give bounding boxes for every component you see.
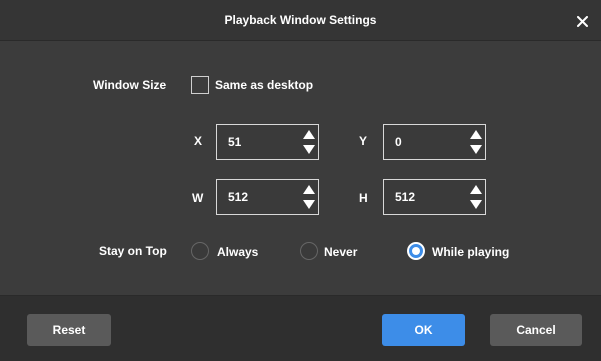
y-increment-arrow-icon[interactable] xyxy=(470,130,482,139)
y-decrement-arrow-icon[interactable] xyxy=(470,145,482,154)
dialog-title: Playback Window Settings xyxy=(224,13,377,27)
radio-never-label[interactable]: Never xyxy=(324,244,357,260)
x-value[interactable]: 51 xyxy=(228,125,241,159)
same-as-desktop-checkbox[interactable] xyxy=(191,76,209,94)
h-stepper[interactable]: 512 xyxy=(383,179,486,215)
w-decrement-arrow-icon[interactable] xyxy=(303,200,315,209)
close-icon xyxy=(576,15,588,27)
w-increment-arrow-icon[interactable] xyxy=(303,185,315,194)
y-stepper[interactable]: 0 xyxy=(383,124,486,160)
title-bar: Playback Window Settings xyxy=(0,0,601,41)
h-value[interactable]: 512 xyxy=(395,180,415,214)
x-decrement-arrow-icon[interactable] xyxy=(303,145,315,154)
w-stepper[interactable]: 512 xyxy=(216,179,319,215)
reset-button[interactable]: Reset xyxy=(27,314,111,346)
close-button[interactable] xyxy=(571,10,593,32)
radio-while-playing-label[interactable]: While playing xyxy=(432,244,509,260)
playback-window-settings-dialog: Playback Window Settings Window Size Sam… xyxy=(0,0,601,361)
w-label: W xyxy=(192,191,204,205)
y-value[interactable]: 0 xyxy=(395,125,402,159)
x-stepper[interactable]: 51 xyxy=(216,124,319,160)
h-label: H xyxy=(359,191,368,205)
stay-on-top-label: Stay on Top xyxy=(99,244,167,258)
x-increment-arrow-icon[interactable] xyxy=(303,130,315,139)
radio-always-label[interactable]: Always xyxy=(217,244,258,260)
h-decrement-arrow-icon[interactable] xyxy=(470,200,482,209)
same-as-desktop-label[interactable]: Same as desktop xyxy=(215,77,313,93)
cancel-button[interactable]: Cancel xyxy=(490,314,582,346)
x-label: X xyxy=(194,134,203,148)
y-label: Y xyxy=(359,134,368,148)
ok-button[interactable]: OK xyxy=(382,314,465,346)
dialog-footer: Reset OK Cancel xyxy=(0,295,601,361)
radio-always[interactable] xyxy=(191,242,209,260)
radio-while-playing[interactable] xyxy=(407,242,425,260)
h-increment-arrow-icon[interactable] xyxy=(470,185,482,194)
w-value[interactable]: 512 xyxy=(228,180,248,214)
window-size-label: Window Size xyxy=(93,78,167,92)
radio-never[interactable] xyxy=(300,242,318,260)
